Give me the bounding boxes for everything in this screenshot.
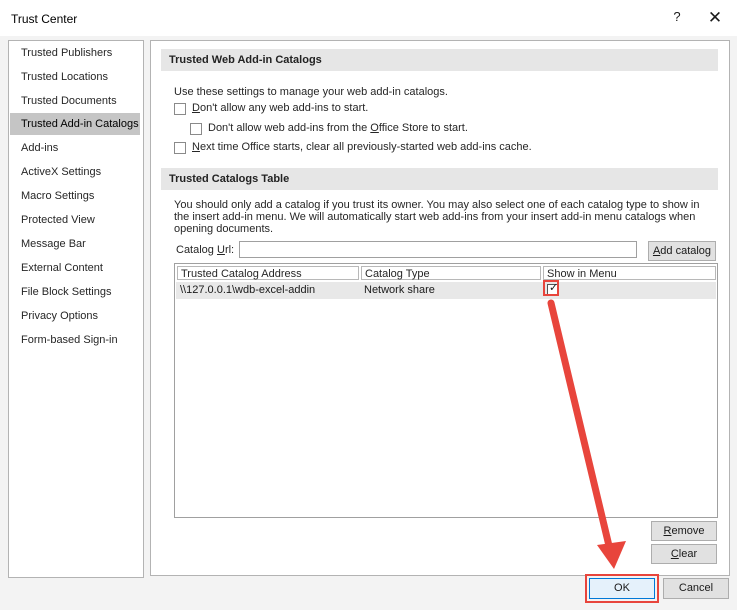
clear-addins-cache-checkbox[interactable]: [174, 142, 186, 154]
catalogs-table-description: You should only add a catalog if you tru…: [174, 199, 700, 235]
sidebar-item-add-ins[interactable]: Add-ins: [10, 137, 140, 159]
column-header-type[interactable]: Catalog Type: [361, 266, 541, 280]
sidebar-item-external-content[interactable]: External Content: [10, 257, 140, 279]
dont-allow-web-addins-label[interactable]: Don't allow any web add-ins to start.: [192, 102, 368, 114]
remove-button[interactable]: Remove: [651, 521, 717, 541]
clear-addins-cache-label[interactable]: Next time Office starts, clear all previ…: [192, 141, 532, 153]
catalog-address-cell: \\127.0.0.1\wdb-excel-addin: [180, 284, 316, 296]
close-icon[interactable]: ✕: [702, 6, 728, 30]
sidebar-item-message-bar[interactable]: Message Bar: [10, 233, 140, 255]
sidebar-nav: Trusted Publishers Trusted Locations Tru…: [8, 40, 144, 578]
table-row[interactable]: \\127.0.0.1\wdb-excel-addin Network shar…: [176, 280, 716, 299]
sidebar-item-trusted-locations[interactable]: Trusted Locations: [10, 66, 140, 88]
dont-allow-store-addins-label[interactable]: Don't allow web add-ins from the Office …: [208, 122, 468, 134]
sidebar-item-activex-settings[interactable]: ActiveX Settings: [10, 161, 140, 183]
web-catalogs-intro: Use these settings to manage your web ad…: [174, 86, 448, 98]
sidebar-item-trusted-publishers[interactable]: Trusted Publishers: [10, 42, 140, 64]
dont-allow-store-addins-checkbox[interactable]: [190, 123, 202, 135]
help-icon[interactable]: ?: [668, 9, 686, 27]
column-header-show-in-menu[interactable]: Show in Menu: [543, 266, 716, 280]
dialog-title: Trust Center: [11, 12, 78, 26]
sidebar-item-privacy-options[interactable]: Privacy Options: [10, 305, 140, 327]
column-header-address[interactable]: Trusted Catalog Address: [177, 266, 359, 280]
sidebar-item-protected-view[interactable]: Protected View: [10, 209, 140, 231]
sidebar-item-file-block-settings[interactable]: File Block Settings: [10, 281, 140, 303]
catalogs-table-header: Trusted Catalogs Table: [161, 168, 718, 190]
title-bar: Trust Center ? ✕: [0, 0, 737, 36]
sidebar-item-macro-settings[interactable]: Macro Settings: [10, 185, 140, 207]
sidebar-item-trusted-documents[interactable]: Trusted Documents: [10, 90, 140, 112]
ok-button[interactable]: OK: [589, 578, 655, 599]
catalog-url-label: Catalog Url:: [176, 244, 235, 256]
clear-button[interactable]: Clear: [651, 544, 717, 564]
catalog-type-cell: Network share: [364, 284, 435, 296]
sidebar-item-trusted-add-in-catalogs[interactable]: Trusted Add-in Catalogs: [10, 113, 140, 135]
dont-allow-web-addins-checkbox[interactable]: [174, 103, 186, 115]
web-catalogs-header: Trusted Web Add-in Catalogs: [161, 49, 718, 71]
settings-panel: Trusted Web Add-in Catalogs Use these se…: [150, 40, 730, 576]
catalogs-table: Trusted Catalog Address Catalog Type Sho…: [174, 263, 718, 518]
cancel-button[interactable]: Cancel: [663, 578, 729, 599]
add-catalog-button[interactable]: Add catalog: [648, 241, 716, 261]
catalog-url-input[interactable]: [239, 241, 637, 258]
sidebar-item-form-based-sign-in[interactable]: Form-based Sign-in: [10, 329, 140, 351]
annotation-highlight-checkbox: [543, 280, 559, 296]
trust-center-dialog: Trust Center ? ✕ Trusted Publishers Trus…: [0, 0, 737, 610]
